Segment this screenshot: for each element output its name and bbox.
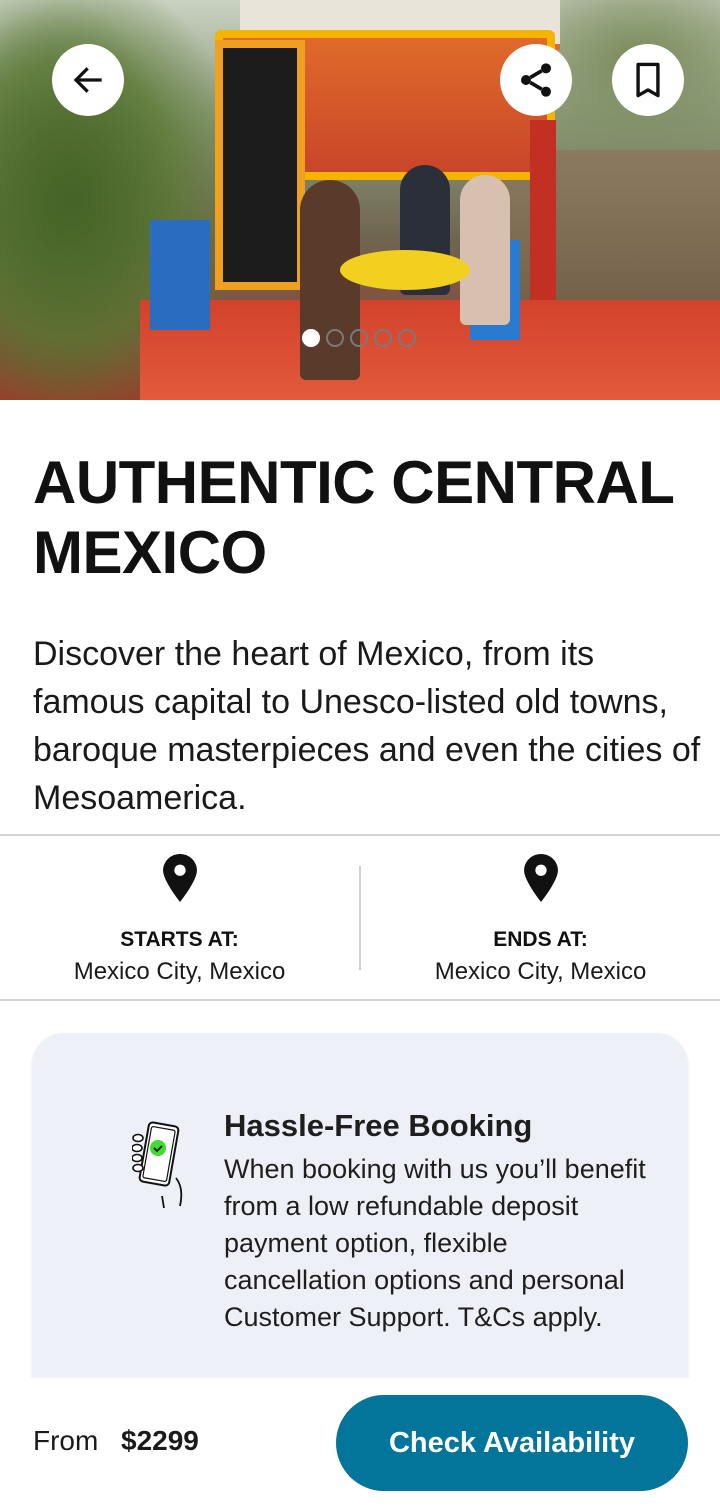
share-button[interactable] [500,44,572,116]
hero-image[interactable] [0,0,720,400]
start-location: STARTS AT: Mexico City, Mexico [0,836,359,999]
carousel-dot[interactable] [374,329,392,347]
end-location: ENDS AT: Mexico City, Mexico [361,836,720,999]
boat-post [215,40,305,290]
bookmark-button[interactable] [612,44,684,116]
start-label: STARTS AT: [120,928,239,951]
chair [150,220,210,330]
share-icon [521,63,551,97]
end-label: ENDS AT: [493,928,588,951]
booking-text: When booking with us you’ll benefit from… [224,1154,646,1332]
phone-check-icon [132,1121,183,1208]
carousel-dot[interactable] [326,329,344,347]
bottom-action-bar: From $2299 Check Availability [0,1378,720,1507]
map-pin-icon [523,854,558,902]
carousel-dot[interactable] [302,329,320,347]
end-value: Mexico City, Mexico [434,958,647,985]
tour-description: Discover the heart of Mexico, from its f… [33,635,701,817]
price-value: $2299 [121,1425,199,1456]
booking-title: Hassle-Free Booking [224,1108,533,1143]
table [340,250,470,290]
price-from-label: From [33,1425,99,1456]
carousel-dot[interactable] [350,329,368,347]
map-pin-icon [162,854,197,902]
person [460,175,510,325]
back-button[interactable] [52,44,124,116]
hassle-free-booking-card: Hassle-Free Booking When booking with us… [32,1033,688,1413]
bookmark-icon [636,62,660,98]
tour-title: AUTHENTIC CENTRAL MEXICO [33,449,674,586]
start-value: Mexico City, Mexico [73,958,286,985]
boat-deck [140,300,720,400]
carousel-dots [302,329,416,347]
carousel-dot[interactable] [398,329,416,347]
check-availability-button[interactable]: Check Availability [336,1395,688,1491]
back-arrow-icon [73,67,102,93]
tour-endpoints: STARTS AT: Mexico City, Mexico ENDS AT: … [0,834,720,1001]
